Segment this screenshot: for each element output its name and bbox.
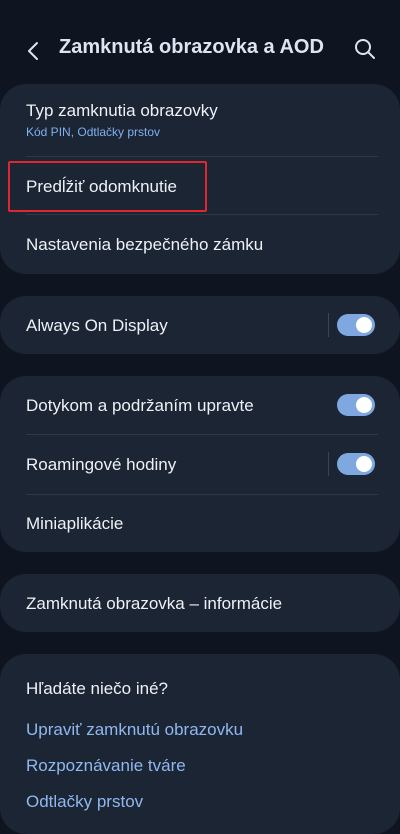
suggestions-card: Hľadáte niečo iné? Upraviť zamknutú obra… bbox=[0, 654, 400, 834]
about-card: Zamknutá obrazovka – informácie bbox=[0, 574, 400, 632]
toggle-knob bbox=[356, 317, 372, 333]
widgets-title: Miniaplikácie bbox=[26, 514, 124, 533]
link-edit-lock-screen[interactable]: Upraviť zamknutú obrazovku bbox=[26, 720, 243, 740]
secure-lock-item[interactable]: Nastavenia bezpečného zámku bbox=[0, 215, 400, 274]
aod-item[interactable]: Always On Display bbox=[0, 296, 400, 354]
back-button[interactable] bbox=[22, 38, 44, 64]
suggestions-heading: Hľadáte niečo iné? bbox=[26, 679, 169, 698]
touch-hold-title: Dotykom a podržaním upravte bbox=[26, 396, 254, 415]
lock-type-subtitle: Kód PIN, Odtlačky prstov bbox=[26, 125, 161, 139]
roaming-clock-title: Roamingové hodiny bbox=[26, 455, 177, 474]
secure-lock-title: Nastavenia bezpečného zámku bbox=[26, 235, 264, 254]
highlight-box bbox=[8, 161, 207, 212]
link-fingerprints[interactable]: Odtlačky prstov bbox=[26, 792, 143, 812]
chevron-left-icon bbox=[28, 42, 38, 60]
search-button[interactable] bbox=[354, 38, 378, 62]
toggle-knob bbox=[356, 397, 372, 413]
aod-card: Always On Display bbox=[0, 296, 400, 354]
widgets-item[interactable]: Miniaplikácie bbox=[0, 495, 400, 552]
about-item[interactable]: Zamknutá obrazovka – informácie bbox=[0, 574, 400, 632]
lock-type-item[interactable]: Typ zamknutia obrazovky Kód PIN, Odtlačk… bbox=[0, 84, 400, 156]
aod-title: Always On Display bbox=[26, 316, 168, 335]
roaming-clock-toggle[interactable] bbox=[337, 453, 375, 475]
separator bbox=[328, 313, 329, 337]
customize-card: Dotykom a podržaním upravte Roamingové h… bbox=[0, 376, 400, 552]
about-title: Zamknutá obrazovka – informácie bbox=[26, 594, 283, 613]
touch-hold-toggle[interactable] bbox=[337, 394, 375, 416]
aod-toggle[interactable] bbox=[337, 314, 375, 336]
page-title: Zamknutá obrazovka a AOD bbox=[59, 36, 324, 58]
search-icon bbox=[355, 39, 375, 59]
roaming-clock-item[interactable]: Roamingové hodiny bbox=[0, 435, 400, 493]
link-face-recognition[interactable]: Rozpoznávanie tváre bbox=[26, 756, 186, 776]
separator bbox=[328, 452, 329, 476]
toggle-knob bbox=[356, 456, 372, 472]
touch-hold-item[interactable]: Dotykom a podržaním upravte bbox=[0, 376, 400, 434]
lock-type-title: Typ zamknutia obrazovky bbox=[26, 101, 218, 120]
